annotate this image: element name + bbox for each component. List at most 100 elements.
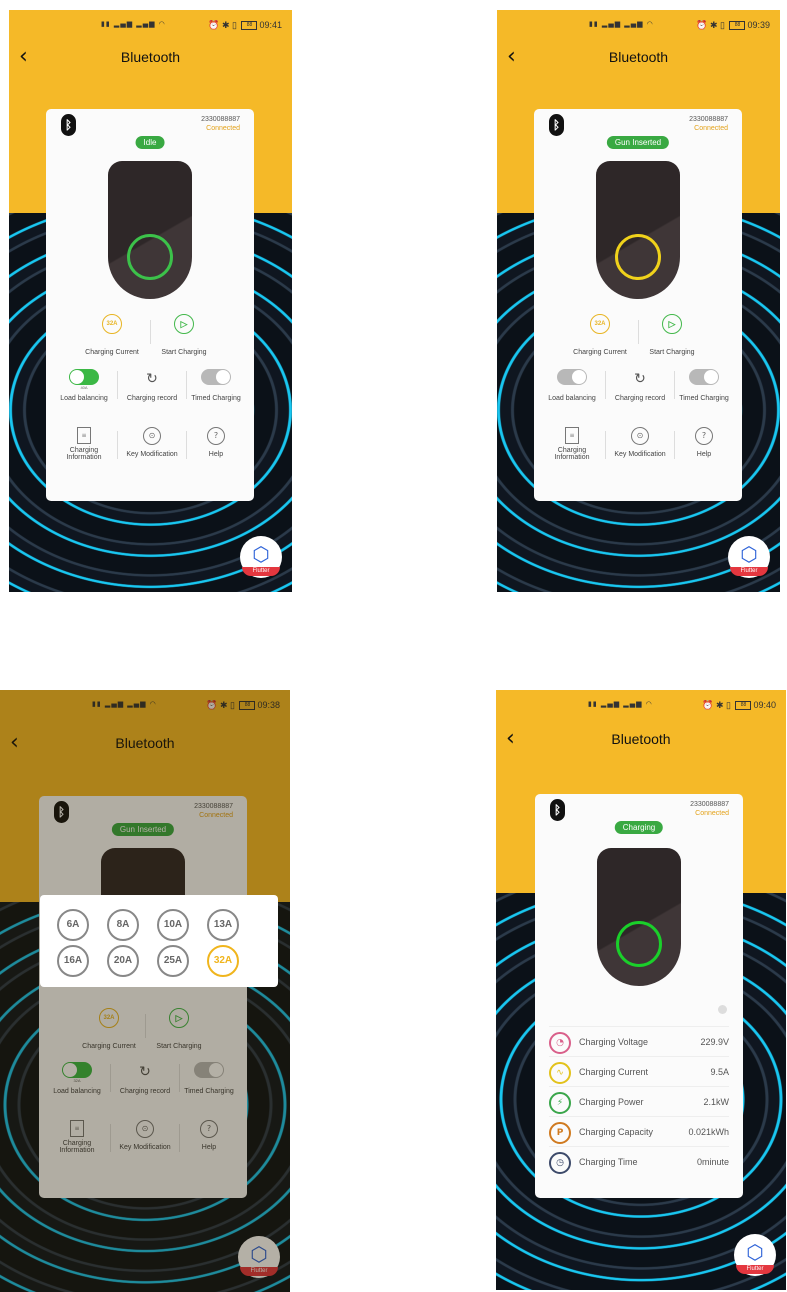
play-icon: ▷ [662,314,682,334]
status-bar: ▮▮ ▂▄▆ ▂▄▆ ◠ ⏰ ✱ ▯ 88 09:40 [496,698,786,714]
status-ring [615,234,661,280]
charging-record-button[interactable]: ↻ Charging record [118,369,186,402]
page-title: Bluetooth [608,49,669,65]
amp-option[interactable]: 6A [57,909,89,941]
flutter-badge[interactable]: ⬡ Flutter [734,1234,776,1276]
key-modification-button[interactable]: ⊙ Key Modification [118,427,186,458]
battery-icon: 88 [241,21,258,31]
status-badge: Idle [135,136,165,149]
refresh-dot[interactable] [718,1005,727,1014]
load-balancing-limit: 40A [80,385,88,390]
load-balancing-toggle[interactable] [557,369,587,385]
charging-information-label-1: Charging [69,447,99,454]
bluetooth-icon: ᛒ [550,799,565,821]
charging-information-button[interactable]: ≡ Charging Information [538,427,606,461]
charging-current-button[interactable]: 32A Charging Current [82,314,142,356]
status-badge: Charging [614,821,664,834]
charger-image [108,161,192,299]
timed-charging-button[interactable]: Timed Charging [670,369,738,402]
amp-option[interactable]: 16A [57,945,89,977]
device-info: 2330088887 Connected [690,800,729,818]
status-right: ⏰ ✱ ▯ 88 09:40 [702,700,776,711]
clock-time: 09:39 [747,20,770,30]
amp-option-selected[interactable]: 32A [207,945,239,977]
amp-option[interactable]: 10A [157,909,189,941]
secondary-actions: 40A Load balancing ↻ Charging record Tim… [46,369,254,417]
parking-icon: P [549,1122,571,1144]
timed-charging-label: Timed Charging [191,395,241,402]
load-balancing-button[interactable]: 40A Load balancing [50,369,118,402]
nav-bar: ‹ Bluetooth [496,728,786,752]
flutter-badge[interactable]: ⬡ Flutter [728,536,770,578]
reading-label: Charging Current [579,1067,649,1077]
modal-backdrop[interactable] [0,690,290,1292]
load-balancing-toggle[interactable] [69,369,99,385]
start-charging-label: Start Charging [649,349,695,356]
device-id: 2330088887 [689,116,728,123]
flutter-label: Flutter [736,1265,774,1274]
charger-card: ᛒ 2330088887 Connected Idle 32A Charging… [46,109,254,501]
amp-option[interactable]: 25A [157,945,189,977]
page-title: Bluetooth [120,49,181,65]
screen-idle: ▮▮ ▂▄▆ ▂▄▆ ◠ ⏰ ✱ ▯ 88 09:41 ‹ Bluetooth ᛒ… [9,10,292,592]
load-balancing-label: Load balancing [548,395,596,402]
divider [638,320,639,344]
charger-image [597,848,681,986]
charging-current-label: Charging Current [573,349,627,356]
help-icon: ? [695,427,713,445]
nav-bar: ‹ Bluetooth [497,46,780,70]
charger-image [596,161,680,299]
status-bar: ▮▮ ▂▄▆ ▂▄▆ ◠ ⏰ ✱ ▯ 88 09:41 [9,18,292,34]
start-charging-label: Start Charging [161,349,207,356]
flutter-label: Flutter [730,567,768,576]
gauge-icon: ◔ [549,1032,571,1054]
amp-option[interactable]: 13A [207,909,239,941]
amp-option[interactable]: 20A [107,945,139,977]
help-label: Help [696,451,712,458]
charging-information-button[interactable]: ≡ Charging Information [50,427,118,461]
connection-status: Connected [206,125,240,132]
status-badge: Gun Inserted [606,136,670,149]
charging-record-button[interactable]: ↻ Charging record [606,369,674,402]
reading-row: ◔ Charging Voltage 229.9V [549,1026,729,1057]
status-right: ⏰ ✱ ▯ 88 09:39 [696,20,770,31]
nav-bar: ‹ Bluetooth [9,46,292,70]
current-value-icon: 32A [590,314,610,334]
signal-icons: ▮▮ ▂▄▆ ▂▄▆ ◠ [101,20,166,28]
page-title: Bluetooth [611,731,671,747]
key-modification-button[interactable]: ⊙ Key Modification [606,427,674,458]
timed-charging-button[interactable]: Timed Charging [182,369,250,402]
current-selector-popup: 6A 8A 10A 13A 16A 20A 25A 32A [40,895,278,987]
load-balancing-limit [538,385,606,391]
device-info: 2330088887 Connected [201,115,240,133]
timed-charging-toggle[interactable] [689,369,719,385]
help-button[interactable]: ? Help [182,427,250,458]
reading-row: P Charging Capacity 0.021kWh [549,1116,729,1147]
reading-label: Charging Voltage [579,1037,649,1047]
start-charging-button[interactable]: ▷ Start Charging [154,314,214,356]
reading-label: Charging Time [579,1157,638,1167]
help-label: Help [208,451,224,458]
primary-actions: 32A Charging Current ▷ Start Charging [46,314,254,362]
signal-icons: ▮▮ ▂▄▆ ▂▄▆ ◠ [589,20,654,28]
flutter-logo-icon: ⬡ [746,1240,764,1264]
charging-information-label-2: Information [66,454,102,461]
primary-actions: 32A Charging Current ▷ Start Charging [534,314,742,362]
history-icon: ↻ [146,371,158,387]
status-ring [616,921,662,967]
screen-current-selector: ▮▮ ▂▄▆ ▂▄▆ ◠ ⏰ ✱ ▯ 88 09:38 ‹ Bluetooth ᛒ… [0,690,290,1292]
charger-card: ᛒ 2330088887 Connected Charging ◔ Chargi… [535,794,743,1198]
clock-time: 09:41 [259,20,282,30]
flutter-badge[interactable]: ⬡ Flutter [240,536,282,578]
flutter-logo-icon: ⬡ [252,542,270,566]
flutter-label: Flutter [242,567,280,576]
amp-option[interactable]: 8A [107,909,139,941]
load-balancing-button[interactable]: Load balancing [538,369,606,402]
timed-charging-toggle[interactable] [201,369,231,385]
document-icon: ≡ [77,427,91,444]
battery-icon: 88 [735,701,752,711]
start-charging-button[interactable]: ▷ Start Charging [642,314,702,356]
status-ring [127,234,173,280]
charging-current-button[interactable]: 32A Charging Current [570,314,630,356]
help-button[interactable]: ? Help [670,427,738,458]
